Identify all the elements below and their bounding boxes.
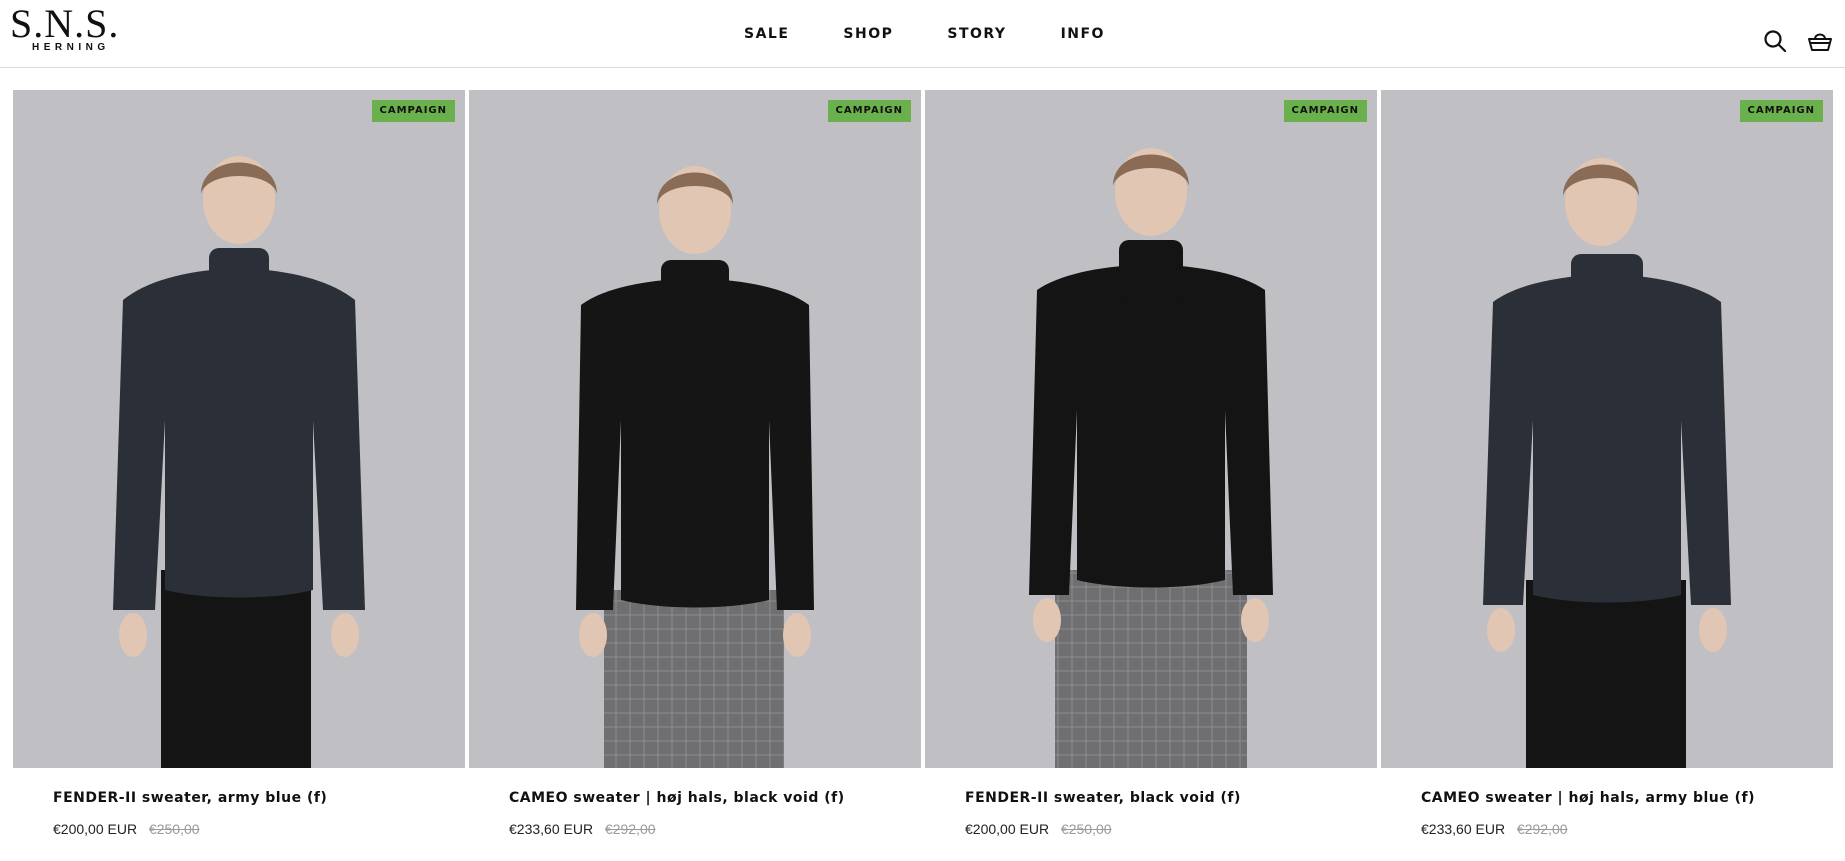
product-grid: CAMPAIGN FENDER-II sweater, army blue (f… — [13, 90, 1833, 861]
model-photo — [925, 90, 1377, 768]
model-photo — [469, 90, 921, 768]
product-info: FENDER-II sweater, army blue (f) €200,00… — [53, 788, 453, 839]
sale-price: €233,60 EUR — [509, 821, 594, 837]
brand-logo[interactable]: S.N.S. HERNING — [10, 2, 160, 54]
original-price: €292,00 — [1516, 821, 1568, 837]
product-card[interactable]: CAMPAIGN FENDER-II sweater, black void (… — [925, 90, 1377, 861]
basket-icon[interactable] — [1805, 26, 1835, 56]
product-info: CAMEO sweater | høj hals, army blue (f) … — [1421, 788, 1821, 839]
original-price: €250,00 — [148, 821, 200, 837]
sale-price: €200,00 EUR — [53, 821, 138, 837]
product-title[interactable]: CAMEO sweater | høj hals, army blue (f) — [1421, 788, 1821, 808]
product-title[interactable]: FENDER-II sweater, army blue (f) — [53, 788, 453, 808]
sale-price: €200,00 EUR — [965, 821, 1050, 837]
product-card[interactable]: CAMPAIGN CAMEO sweater | høj hals, army … — [1381, 90, 1833, 861]
model-photo — [1381, 90, 1833, 768]
product-info: FENDER-II sweater, black void (f) €200,0… — [965, 788, 1365, 839]
product-info: CAMEO sweater | høj hals, black void (f)… — [509, 788, 909, 839]
original-price: €292,00 — [604, 821, 656, 837]
nav-item-story[interactable]: STORY — [947, 26, 1006, 42]
original-price: €250,00 — [1060, 821, 1112, 837]
price-row: €233,60 EUR €292,00 — [1421, 819, 1821, 839]
product-card[interactable]: CAMPAIGN CAMEO sweater | høj hals, black… — [469, 90, 921, 861]
nav-item-sale[interactable]: SALE — [744, 26, 789, 42]
campaign-badge: CAMPAIGN — [1283, 100, 1367, 122]
price-row: €200,00 EUR €250,00 — [965, 819, 1365, 839]
product-title[interactable]: CAMEO sweater | høj hals, black void (f) — [509, 788, 909, 808]
product-image[interactable]: CAMPAIGN — [13, 90, 465, 768]
search-icon[interactable] — [1760, 26, 1790, 56]
campaign-badge: CAMPAIGN — [371, 100, 455, 122]
logo-wordmark: S.N.S. — [10, 1, 120, 46]
price-row: €200,00 EUR €250,00 — [53, 819, 453, 839]
product-title[interactable]: FENDER-II sweater, black void (f) — [965, 788, 1365, 808]
product-image[interactable]: CAMPAIGN — [1381, 90, 1833, 768]
site-header: S.N.S. HERNING SALE SHOP STORY INFO — [0, 0, 1845, 68]
logo-subtitle: HERNING — [32, 42, 110, 53]
product-image[interactable]: CAMPAIGN — [469, 90, 921, 768]
nav-item-info[interactable]: INFO — [1061, 26, 1105, 42]
nav-item-shop[interactable]: SHOP — [843, 26, 893, 42]
model-photo — [13, 90, 465, 768]
sale-price: €233,60 EUR — [1421, 821, 1506, 837]
main-nav: SALE SHOP STORY INFO — [744, 0, 1105, 68]
campaign-badge: CAMPAIGN — [827, 100, 911, 122]
price-row: €233,60 EUR €292,00 — [509, 819, 909, 839]
campaign-badge: CAMPAIGN — [1739, 100, 1823, 122]
product-image[interactable]: CAMPAIGN — [925, 90, 1377, 768]
product-card[interactable]: CAMPAIGN FENDER-II sweater, army blue (f… — [13, 90, 465, 861]
